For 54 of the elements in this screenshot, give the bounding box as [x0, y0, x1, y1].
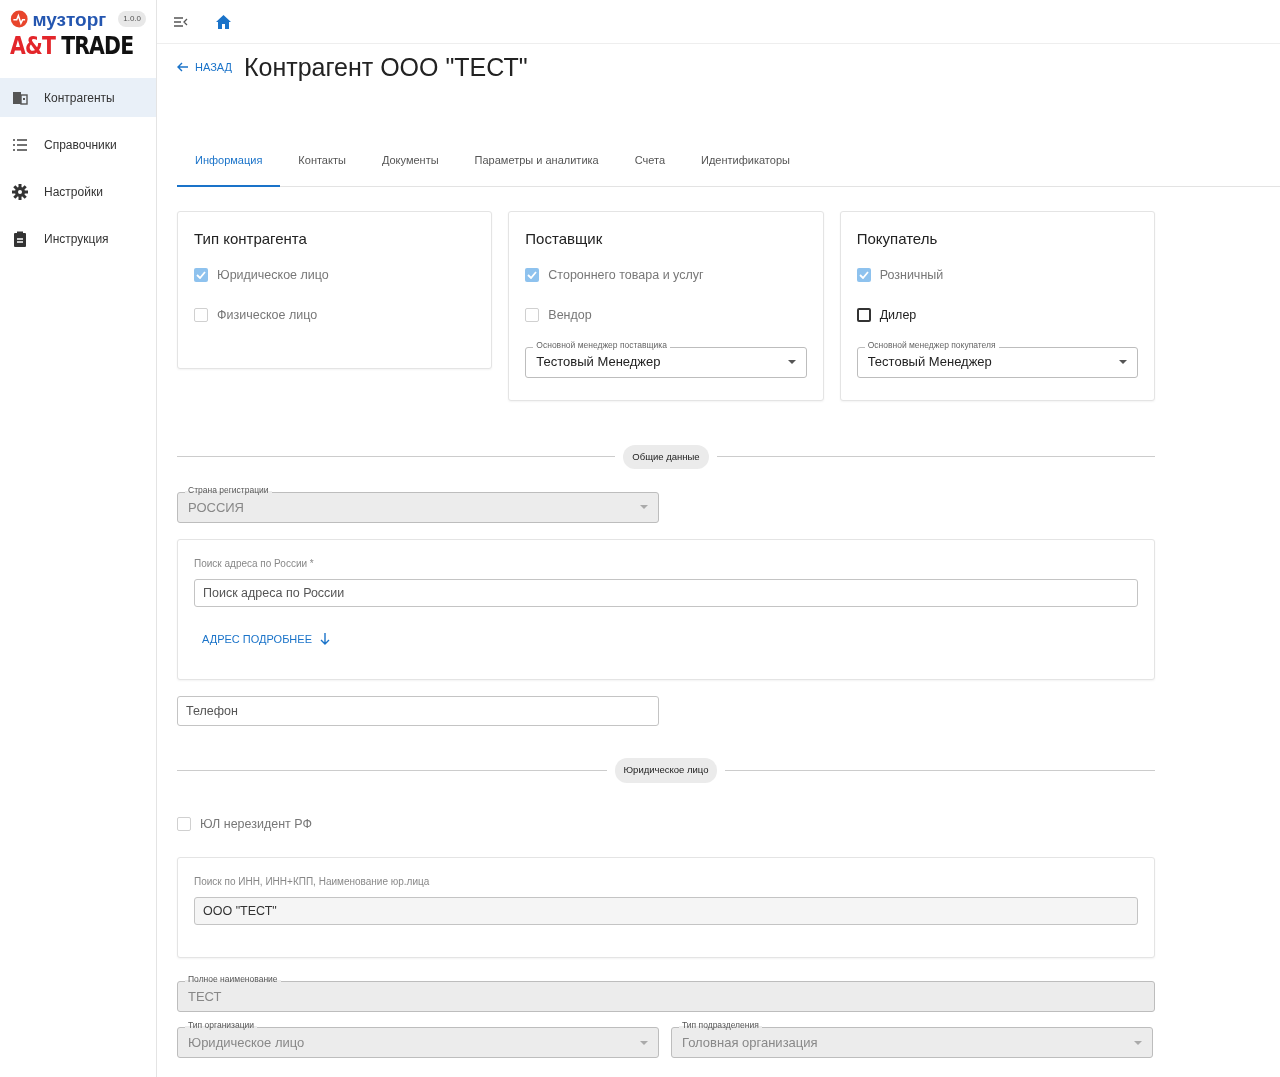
- brand-name: A&T TRADE: [10, 34, 134, 58]
- arrow-down-icon: [320, 633, 330, 645]
- field-label: Поиск адреса по России *: [194, 556, 315, 571]
- card-title: Тип контрагента: [194, 228, 308, 249]
- building-icon: [12, 89, 28, 106]
- checkbox[interactable]: [856, 308, 871, 323]
- field-label: Полное наименование: [185, 975, 281, 985]
- tab[interactable]: Информация: [177, 142, 281, 187]
- checkbox-label: Стороннего товара и услуг: [548, 267, 704, 284]
- checkbox-label: Дилер: [879, 306, 917, 324]
- field-label: Основной менеджер поставщика: [533, 340, 670, 350]
- list-icon: [12, 136, 28, 153]
- home-icon[interactable]: [216, 14, 231, 29]
- tab[interactable]: Параметры и аналитика: [456, 142, 617, 187]
- checkbox-label: Розничный: [879, 267, 944, 284]
- checkbox-label: Физическое лицо: [217, 306, 318, 324]
- caret-icon: [1134, 1040, 1142, 1045]
- back-link[interactable]: НАЗАД: [177, 58, 232, 76]
- checkbox-label: Юридическое лицо: [217, 267, 329, 284]
- field-label: Основной менеджер покупателя: [864, 340, 999, 350]
- field-label: Тип подразделения: [679, 1021, 762, 1031]
- arrow-left-icon: [177, 62, 189, 72]
- phone-field[interactable]: Телефон: [177, 696, 659, 727]
- address-details-link[interactable]: АДРЕС ПОДРОБНЕЕ: [202, 630, 330, 648]
- caret-icon: [640, 505, 648, 510]
- card-title: Покупатель: [856, 228, 939, 249]
- inn-search-field[interactable]: ООО "ТЕСТ": [194, 897, 1138, 926]
- field-label: Поиск по ИНН, ИНН+КПП, Наименование юр.лица: [194, 875, 431, 890]
- tab[interactable]: Идентификаторы: [683, 142, 808, 187]
- version-badge: 1.0.0: [118, 11, 146, 27]
- caret-icon: [1119, 360, 1127, 364]
- tab[interactable]: Контакты: [280, 142, 364, 187]
- settings-icon: [12, 183, 28, 200]
- tab[interactable]: Счета: [616, 142, 684, 187]
- section-divider-label: Юридическое лицо: [614, 758, 718, 783]
- checkbox-label: ЮЛ нерезидент РФ: [200, 815, 312, 833]
- collapse-menu-icon[interactable]: [174, 15, 188, 28]
- sidebar-item[interactable]: Настройки: [0, 172, 156, 211]
- section-divider-label: Общие данные: [623, 444, 709, 469]
- sidebar-item[interactable]: Инструкция: [0, 219, 156, 258]
- clipboard-icon: [12, 230, 28, 247]
- card-title: Поставщик: [525, 228, 604, 249]
- field-label: Тип организации: [185, 1021, 258, 1031]
- sidebar-item[interactable]: Контрагенты: [0, 78, 156, 117]
- caret-icon: [787, 360, 796, 364]
- address-search-field[interactable]: Поиск адреса по России: [194, 578, 1138, 607]
- caret-icon: [640, 1040, 648, 1045]
- page-title: Контрагент ООО "ТЕСТ": [243, 52, 528, 82]
- logo-icon: [10, 8, 29, 30]
- tab[interactable]: Документы: [363, 142, 457, 187]
- sidebar-item[interactable]: Справочники: [0, 125, 156, 164]
- field-label: Страна регистрации: [185, 485, 272, 496]
- logo-name: музторг: [32, 9, 107, 29]
- checkbox-label: Вендор: [548, 306, 592, 324]
